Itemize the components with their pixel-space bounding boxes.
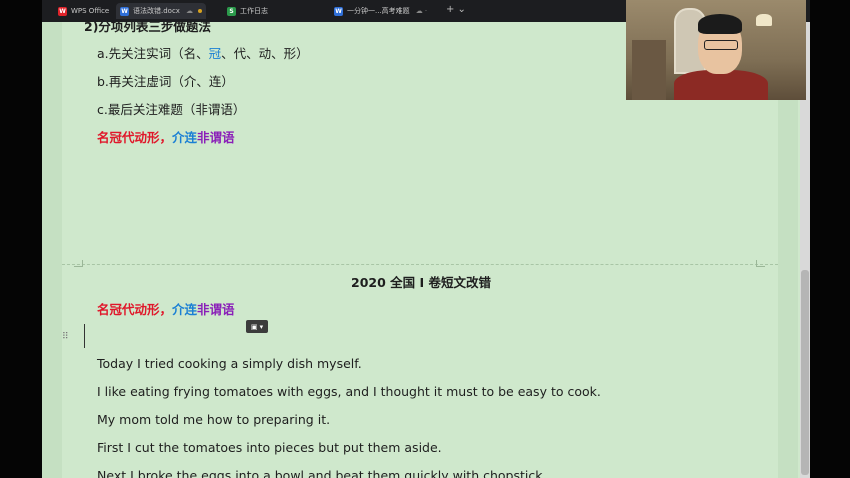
webcam-person-hair bbox=[698, 14, 742, 34]
sheet-icon: S bbox=[227, 6, 236, 16]
section-heading: 2)分项列表三步做题法 bbox=[84, 22, 211, 34]
mnemonic-purple: 非谓语 bbox=[197, 130, 235, 145]
list-item-c: c.最后关注难题（非谓语） bbox=[97, 102, 246, 117]
right-black-border bbox=[810, 0, 850, 478]
mnemonic-line: 名冠代动形，介连非谓语 bbox=[97, 299, 235, 318]
list-item-a: a.先关注实词（名、冠、代、动、形） bbox=[97, 43, 309, 62]
mnemonic-line: 名冠代动形，介连非谓语 bbox=[97, 127, 235, 146]
page-break bbox=[62, 264, 778, 265]
mnemonic-red: 名冠代动形， bbox=[97, 130, 173, 145]
paragraph-drag-handle-icon[interactable]: ⠿ bbox=[62, 332, 69, 342]
paragraph-4: First I cut the tomatoes into pieces but… bbox=[97, 440, 442, 455]
tab-wps-office[interactable]: W WPS Office bbox=[58, 3, 109, 19]
page-title: 2020 全国 I 卷短文改错 bbox=[351, 275, 491, 290]
webcam-background-cabinet bbox=[632, 40, 666, 100]
tab-label: 工作日志 bbox=[240, 7, 268, 15]
paragraph-5: Next I broke the eggs into a bowl and be… bbox=[97, 468, 547, 478]
list-item-b: b.再关注虚词（介、连） bbox=[97, 74, 234, 89]
list-text: 、代、动、形） bbox=[221, 46, 309, 61]
left-black-border bbox=[0, 0, 42, 478]
new-tab-button[interactable]: + ⌄ bbox=[446, 4, 466, 15]
mnemonic-red: 名冠代动形， bbox=[97, 302, 173, 317]
tab-grammar-doc[interactable]: W 语法改错.docx ☁ bbox=[116, 3, 206, 19]
tab-work-log[interactable]: S 工作日志 bbox=[227, 3, 268, 19]
word-doc-icon: W bbox=[120, 6, 129, 16]
mnemonic-blue: 介连 bbox=[172, 302, 198, 317]
page-corner-mark bbox=[74, 260, 83, 267]
cloud-icon: ☁ · bbox=[415, 7, 428, 15]
paragraph-1: Today I tried cooking a simply dish myse… bbox=[97, 356, 362, 371]
unsaved-dot-icon bbox=[197, 9, 202, 13]
tab-exam-questions[interactable]: W 一分钟一...高考难题 ☁ · bbox=[334, 3, 427, 19]
webcam-overlay bbox=[626, 0, 806, 100]
highlighted-word: 冠 bbox=[208, 46, 222, 61]
page-corner-mark bbox=[756, 260, 765, 267]
webcam-background-lamp bbox=[756, 14, 772, 26]
word-doc-icon: W bbox=[334, 6, 343, 16]
paragraph-2: I like eating frying tomatoes with eggs,… bbox=[97, 384, 601, 399]
tab-label: WPS Office bbox=[71, 7, 110, 15]
floating-toolbar-button[interactable]: ▣ ▾ bbox=[246, 320, 268, 333]
page-margin-left bbox=[42, 22, 62, 478]
paragraph-3: My mom told me how to preparing it. bbox=[97, 412, 331, 427]
mnemonic-purple: 非谓语 bbox=[197, 302, 235, 317]
tab-label: 语法改错.docx bbox=[133, 7, 180, 15]
mnemonic-blue: 介连 bbox=[172, 130, 198, 145]
wps-logo-icon: W bbox=[58, 6, 67, 16]
webcam-person-glasses bbox=[704, 40, 738, 50]
scrollbar-thumb[interactable] bbox=[801, 270, 809, 475]
list-text: a.先关注实词（名、 bbox=[97, 46, 209, 61]
webcam-person-shirt bbox=[674, 70, 768, 100]
text-cursor bbox=[84, 324, 85, 348]
tab-label: 一分钟一...高考难题 bbox=[347, 7, 410, 15]
cloud-icon: ☁ bbox=[185, 7, 193, 15]
